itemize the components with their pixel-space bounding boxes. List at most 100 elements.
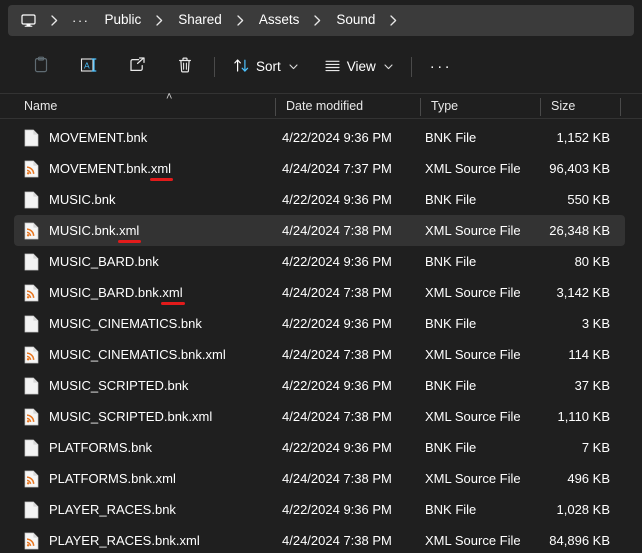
table-row[interactable]: MUSIC_BARD.bnk.xml 4/24/2024 7:38 PM XML S… [14,277,625,308]
file-name-cell[interactable]: MOVEMENT.bnk [24,129,147,147]
file-type: BNK File [425,254,477,269]
svg-text:A: A [84,60,90,70]
breadcrumb-chevron-icon[interactable] [150,11,169,30]
breadcrumb-chevron-icon[interactable] [384,11,403,30]
column-header-date-modified[interactable]: Date modified [276,94,363,118]
xml-file-icon [24,532,39,550]
file-date-modified: 4/24/2024 7:38 PM [282,285,392,300]
breadcrumb-chevron-icon[interactable] [45,11,64,30]
share-button[interactable] [118,50,156,84]
xml-file-icon [24,160,39,178]
column-header-name[interactable]: Name ˄ [14,92,172,118]
address-bar-container: ··· Public Shared Assets Sound [0,0,642,40]
command-toolbar: A Sort View ··· [0,40,642,93]
bnk-file-icon [24,129,39,147]
file-size: 84,896 KB [549,533,610,548]
breadcrumb-chevron-icon[interactable] [231,11,250,30]
chevron-down-icon [384,62,393,72]
table-row[interactable]: MUSIC_CINEMATICS.bnk.xml 4/24/2024 7:38 P… [14,339,625,370]
column-divider[interactable] [620,98,621,116]
file-size: 1,110 KB [557,409,610,424]
table-row[interactable]: MUSIC_SCRIPTED.bnk.xml 4/24/2024 7:38 PM X… [14,401,625,432]
xml-file-icon [24,470,39,488]
breadcrumb-item-sound[interactable]: Sound [329,10,382,30]
file-name-cell[interactable]: PLATFORMS.bnk.xml [24,470,176,488]
file-type: BNK File [425,378,477,393]
table-row[interactable]: PLAYER_RACES.bnk 4/22/2024 9:36 PM BNK Fil… [14,494,625,525]
file-name-cell[interactable]: MUSIC_SCRIPTED.bnk [24,377,188,395]
view-icon [324,57,341,77]
file-date-modified: 4/22/2024 9:36 PM [282,502,392,517]
table-row[interactable]: MUSIC.bnk.xml 4/24/2024 7:38 PM XML Source… [14,215,625,246]
sort-button[interactable]: Sort [225,50,306,84]
bnk-file-icon [24,501,39,519]
table-row[interactable]: MUSIC_CINEMATICS.bnk 4/22/2024 9:36 PM BNK… [14,308,625,339]
table-row[interactable]: MUSIC_BARD.bnk 4/22/2024 9:36 PM BNK File 8… [14,246,625,277]
rename-button[interactable]: A [70,50,108,84]
breadcrumb-item-assets[interactable]: Assets [252,10,307,30]
paste-button[interactable] [22,50,60,84]
file-name-cell[interactable]: MUSIC_BARD.bnk [24,253,159,271]
file-size: 1,028 KB [556,502,611,517]
red-underline-annotation [161,302,185,305]
breadcrumb-item-public[interactable]: Public [98,10,149,30]
table-row[interactable]: MUSIC.bnk 4/22/2024 9:36 PM BNK File 550 KB [14,184,625,215]
file-list[interactable]: MOVEMENT.bnk 4/22/2024 9:36 PM BNK File 1,1… [0,119,642,553]
file-type: BNK File [425,130,477,145]
bnk-file-icon [24,377,39,395]
delete-button[interactable] [166,50,204,84]
file-date-modified: 4/22/2024 9:36 PM [282,130,392,145]
file-name-cell[interactable]: MUSIC_SCRIPTED.bnk.xml [24,408,212,426]
table-row[interactable]: PLATFORMS.bnk.xml 4/24/2024 7:38 PM XML So… [14,463,625,494]
xml-file-icon [24,222,39,240]
table-row[interactable]: PLATFORMS.bnk 4/22/2024 9:36 PM BNK File 7 … [14,432,625,463]
table-row[interactable]: MUSIC_SCRIPTED.bnk 4/22/2024 9:36 PM BNK F… [14,370,625,401]
bnk-file-icon [24,191,39,209]
column-header-type-label: Type [431,99,459,113]
file-name-label: MUSIC_CINEMATICS.bnk [49,316,202,331]
this-pc-icon[interactable] [14,10,43,31]
breadcrumb[interactable]: ··· Public Shared Assets Sound [8,4,634,36]
file-date-modified: 4/24/2024 7:37 PM [282,161,392,176]
breadcrumb-overflow-button[interactable]: ··· [66,11,96,30]
file-name-cell[interactable]: MUSIC_BARD.bnk.xml [24,284,185,305]
file-size: 7 KB [581,440,610,455]
file-name-label: PLAYER_RACES.bnk.xml [49,533,200,548]
file-type: XML Source File [425,533,521,548]
toolbar-divider [214,56,215,77]
file-name-cell[interactable]: PLATFORMS.bnk [24,439,152,457]
file-date-modified: 4/22/2024 9:36 PM [282,254,392,269]
column-header-size-label: Size [551,99,576,113]
file-size: 37 KB [574,378,610,393]
file-type: BNK File [425,316,477,331]
file-type: BNK File [425,192,477,207]
file-date-modified: 4/22/2024 9:36 PM [282,440,392,455]
breadcrumb-chevron-icon[interactable] [308,11,327,30]
file-name-cell[interactable]: MUSIC_CINEMATICS.bnk [24,315,202,333]
column-header-size[interactable]: Size [541,94,575,118]
file-type: XML Source File [425,285,521,300]
file-name-cell[interactable]: MOVEMENT.bnk.xml [24,160,174,181]
rename-icon: A [79,56,99,77]
file-type: XML Source File [425,409,521,424]
file-name-cell[interactable]: MUSIC.bnk.xml [24,222,142,243]
file-name-label: PLATFORMS.bnk.xml [49,471,176,486]
view-button[interactable]: View [316,50,401,84]
ellipsis-icon: ··· [429,58,452,75]
more-options-button[interactable]: ··· [422,50,460,84]
file-date-modified: 4/24/2024 7:38 PM [282,533,392,548]
file-name-label: MUSIC_SCRIPTED.bnk [49,378,189,393]
table-row[interactable]: MOVEMENT.bnk 4/22/2024 9:36 PM BNK File 1,1… [14,122,625,153]
file-size: 96,403 KB [549,161,610,176]
file-size: 80 KB [574,254,610,269]
red-underline-annotation [149,178,174,181]
file-name-cell[interactable]: MUSIC.bnk [24,191,115,209]
file-name-cell[interactable]: PLAYER_RACES.bnk.xml [24,532,200,550]
file-name-cell[interactable]: MUSIC_CINEMATICS.bnk.xml [24,346,226,364]
file-name-cell[interactable]: PLAYER_RACES.bnk [24,501,176,519]
table-row[interactable]: PLAYER_RACES.bnk.xml 4/24/2024 7:38 PM XML… [14,525,625,553]
breadcrumb-item-shared[interactable]: Shared [171,10,229,30]
file-name-label: MUSIC_BARD.bnk [49,254,159,269]
table-row[interactable]: MOVEMENT.bnk.xml 4/24/2024 7:37 PM XML Sou… [14,153,625,184]
column-header-type[interactable]: Type [421,94,458,118]
